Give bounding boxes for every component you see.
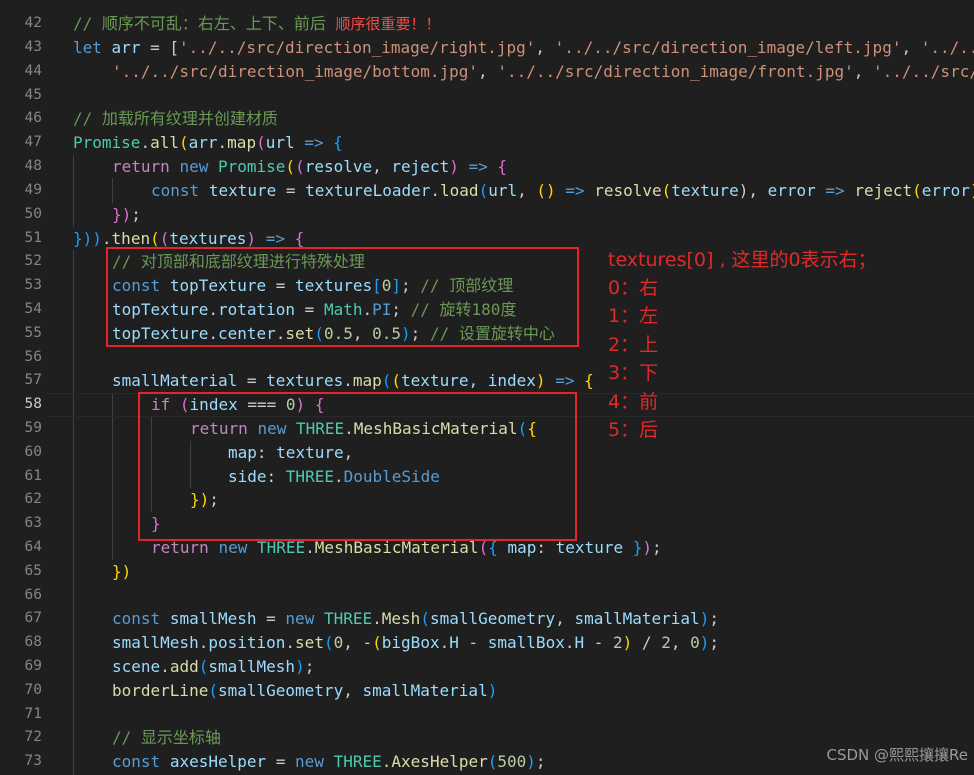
line-number: 56 — [24, 349, 42, 365]
line-number: 46 — [24, 110, 42, 126]
line-number: 44 — [24, 63, 42, 79]
line-number: 55 — [24, 325, 42, 341]
line-number: 53 — [24, 277, 42, 293]
code-line: 50 }); — [0, 203, 974, 227]
line-number: 66 — [24, 587, 42, 603]
annotation-item: 2：上 — [608, 334, 659, 356]
line-number: 45 — [24, 87, 42, 103]
line-number: 57 — [24, 372, 42, 388]
code-line: 68 smallMesh.position.set(0, -(bigBox.H … — [0, 631, 974, 655]
code-line: 47 Promise.all(arr.map(url => { — [0, 131, 974, 155]
code-line: 65 }) — [0, 560, 974, 584]
code-line: 66 — [0, 584, 974, 608]
highlight-box-top-texture — [106, 247, 579, 347]
line-number: 42 — [24, 15, 42, 31]
line-number: 71 — [24, 706, 42, 722]
line-number: 63 — [24, 515, 42, 531]
line-number: 49 — [24, 182, 42, 198]
annotation-item: 4：前 — [608, 391, 659, 413]
line-number: 51 — [24, 230, 42, 246]
highlight-box-if-block — [138, 392, 577, 541]
line-number: 73 — [24, 753, 42, 769]
code-line: 70 borderLine(smallGeometry, smallMateri… — [0, 679, 974, 703]
code-line: 44 '../../src/direction_image/bottom.jpg… — [0, 60, 974, 84]
line-number: 47 — [24, 134, 42, 150]
line-number: 54 — [24, 301, 42, 317]
line-number: 43 — [24, 39, 42, 55]
line-number: 59 — [24, 420, 42, 436]
line-number: 58 — [24, 396, 42, 412]
line-number: 64 — [24, 539, 42, 555]
line-number: 48 — [24, 158, 42, 174]
code-line: 69 scene.add(smallMesh); — [0, 655, 974, 679]
code-line: 45 — [0, 84, 974, 108]
line-number: 52 — [24, 253, 42, 269]
line-number: 50 — [24, 206, 42, 222]
line-number: 61 — [24, 468, 42, 484]
code-line: 71 — [0, 703, 974, 727]
code-line: 57 smallMaterial = textures.map((texture… — [0, 369, 974, 393]
watermark: CSDN @熙熙攘攘Re — [826, 746, 968, 764]
line-number: 62 — [24, 491, 42, 507]
annotation-item: 1：左 — [608, 305, 659, 327]
code-line: 56 — [0, 346, 974, 370]
code-line: 46 // 加载所有纹理并创建材质 — [0, 107, 974, 131]
annotation-title: textures[0] , 这里的0表示右； — [608, 249, 877, 271]
line-number: 65 — [24, 563, 42, 579]
code-editor[interactable]: 42 // 顺序不可乱：右左、上下、前后 顺序很重要！！ 43 let arr … — [0, 0, 974, 775]
line-number: 67 — [24, 610, 42, 626]
line-number: 68 — [24, 634, 42, 650]
annotation-item: 3：下 — [608, 362, 659, 384]
annotation-item: 0：右 — [608, 277, 659, 299]
code-line: 42 // 顺序不可乱：右左、上下、前后 顺序很重要！！ — [0, 12, 974, 36]
code-line: 48 return new Promise((resolve, reject) … — [0, 155, 974, 179]
line-number: 70 — [24, 682, 42, 698]
code-line: 67 const smallMesh = new THREE.Mesh(smal… — [0, 607, 974, 631]
annotation-item: 5：后 — [608, 419, 659, 441]
code-line: 43 let arr = ['../../src/direction_image… — [0, 36, 974, 60]
line-number: 60 — [24, 444, 42, 460]
code-line: 49 const texture = textureLoader.load(ur… — [0, 179, 974, 203]
line-number: 69 — [24, 658, 42, 674]
inline-note: 顺序很重要！！ — [325, 15, 441, 33]
line-number: 72 — [24, 729, 42, 745]
